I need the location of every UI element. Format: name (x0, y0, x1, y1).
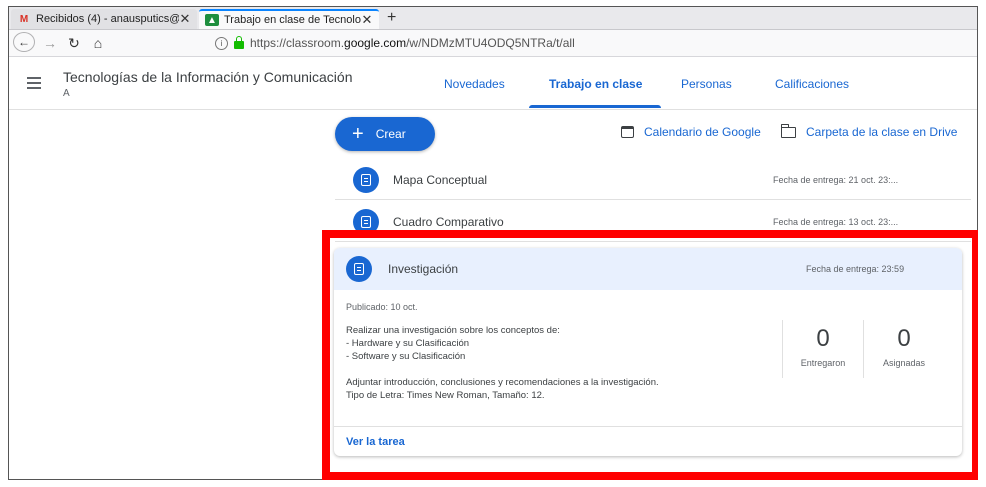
tab-novedades[interactable]: Novedades (444, 77, 505, 91)
create-label: Crear (375, 127, 406, 141)
drive-label: Carpeta de la clase en Drive (806, 125, 958, 139)
tab-title: Trabajo en clase de Tecnologí (224, 14, 361, 26)
assignment-title: Mapa Conceptual (393, 173, 488, 187)
home-button[interactable]: ⌂ (89, 33, 107, 53)
assignment-description: Realizar una investigación sobre los con… (346, 325, 659, 401)
calendar-label: Calendario de Google (644, 125, 761, 139)
tab-trabajo-en-clase[interactable]: Trabajo en clase (549, 77, 642, 91)
lock-icon (234, 36, 244, 49)
url-path: /w/NDMzMTU4ODQ5NTRa/t/all (406, 36, 575, 50)
classroom-header: Tecnologías de la Información y Comunica… (9, 57, 977, 110)
turned-in-stat[interactable]: 0 Entregaron (782, 320, 863, 378)
create-button[interactable]: + Crear (335, 117, 435, 151)
view-assignment-link[interactable]: Ver la tarea (346, 436, 405, 448)
active-tab-indicator (529, 105, 661, 108)
assignment-title: Investigación (388, 262, 459, 276)
turned-in-count: 0 (816, 325, 830, 352)
plus-icon: + (352, 123, 364, 145)
tab-personas[interactable]: Personas (681, 77, 732, 91)
assignment-title: Cuadro Comparativo (393, 215, 504, 229)
assignment-due: Fecha de entrega: 13 oct. 23:... (773, 217, 899, 227)
assignment-row[interactable]: Mapa Conceptual Fecha de entrega: 21 oct… (335, 161, 971, 200)
class-section: A (63, 88, 70, 99)
published-date: Publicado: 10 oct. (346, 302, 418, 312)
reload-button[interactable]: ↻ (65, 33, 83, 53)
info-icon[interactable]: i (215, 36, 228, 50)
navigation-bar: ← → ↻ ⌂ i https://classroom. google.com/w… (9, 30, 977, 57)
tab-strip: M Recibidos (4) - anausputics@g ✕ ▲ Trab… (9, 7, 977, 30)
forward-button[interactable]: → (41, 33, 59, 53)
address-bar[interactable]: i https://classroom. google.com/w/NDMzMTU… (215, 33, 975, 53)
assigned-label: Asignadas (882, 358, 926, 368)
card-footer: Ver la tarea (334, 426, 962, 456)
folder-icon (780, 123, 796, 138)
tab-gmail[interactable]: M Recibidos (4) - anausputics@g ✕ (11, 9, 197, 29)
close-icon[interactable]: ✕ (361, 12, 373, 28)
class-title[interactable]: Tecnologías de la Información y Comunica… (63, 69, 353, 85)
menu-icon[interactable] (27, 77, 41, 92)
url-host: google.com (344, 36, 407, 50)
close-icon[interactable]: ✕ (179, 11, 191, 27)
drive-folder-link[interactable]: Carpeta de la clase en Drive (780, 123, 958, 139)
tab-calificaciones[interactable]: Calificaciones (775, 77, 849, 91)
expanded-assignment-card: Investigación Fecha de entrega: 23:59 Pu… (334, 248, 962, 456)
tab-title: Recibidos (4) - anausputics@g (36, 13, 179, 25)
assignment-due: Fecha de entrega: 23:59 (806, 264, 905, 274)
submission-stats: 0 Entregaron 0 Asignadas (782, 320, 944, 378)
back-button[interactable]: ← (13, 32, 35, 52)
tab-classroom[interactable]: ▲ Trabajo en clase de Tecnologí ✕ (199, 9, 379, 29)
card-header[interactable]: Investigación Fecha de entrega: 23:59 (334, 248, 962, 290)
calendar-icon (621, 126, 634, 138)
assigned-count: 0 (897, 325, 911, 352)
classroom-icon: ▲ (205, 14, 219, 26)
url-prefix: https://classroom. (250, 36, 345, 50)
turned-in-label: Entregaron (800, 358, 846, 368)
assigned-stat[interactable]: 0 Asignadas (863, 320, 944, 378)
assignment-icon (346, 256, 372, 282)
new-tab-button[interactable]: + (387, 9, 396, 27)
assignment-due: Fecha de entrega: 21 oct. 23:... (773, 175, 899, 185)
google-calendar-link[interactable]: Calendario de Google (621, 125, 761, 139)
assignment-icon (353, 167, 379, 193)
gmail-icon: M (19, 13, 29, 25)
